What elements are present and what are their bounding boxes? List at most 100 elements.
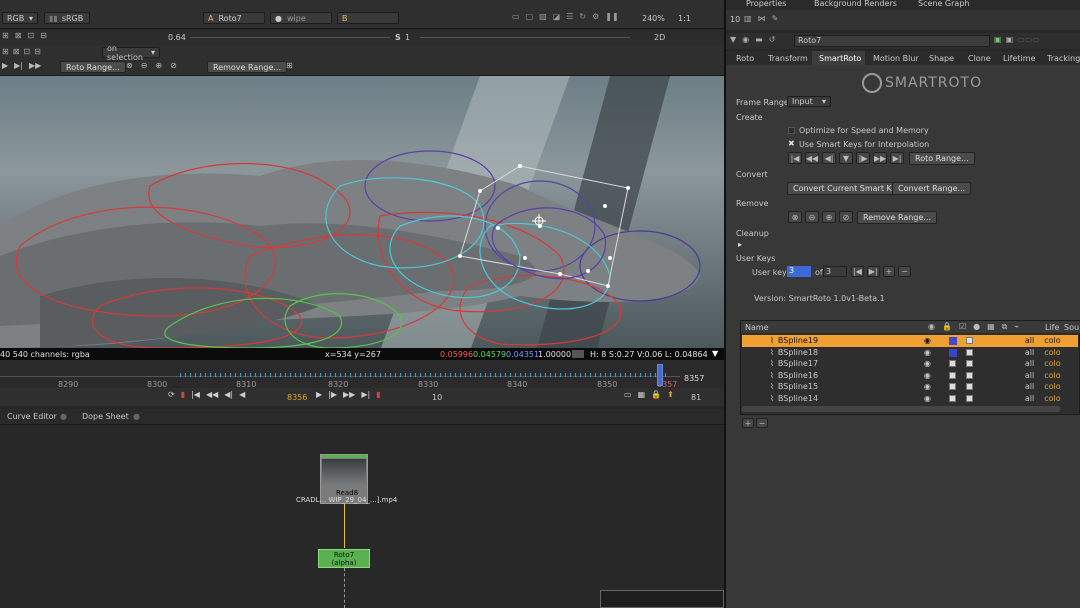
blend-icon[interactable]: ⧉: [1002, 322, 1008, 332]
tab-shape[interactable]: Shape: [929, 54, 954, 63]
node-green-icon[interactable]: ▣: [994, 35, 1002, 47]
remove-range-props-button[interactable]: Remove Range...: [857, 211, 937, 224]
stop-icon[interactable]: ▮: [376, 390, 380, 404]
playhead[interactable]: [657, 364, 663, 386]
select-icon[interactable]: ⊞: [2, 31, 9, 43]
end-frame[interactable]: 8357: [684, 374, 704, 383]
node-header-right-icons[interactable]: ▣ ▣ ▭▭▭: [994, 35, 1074, 47]
cleanup-expand-icon[interactable]: ▸: [738, 240, 742, 249]
row-checkbox[interactable]: [965, 395, 973, 403]
row-checkbox[interactable]: [948, 372, 956, 380]
tab-scene-graph[interactable]: Scene Graph: [918, 0, 969, 8]
row-checkbox[interactable]: [948, 383, 956, 391]
step-value[interactable]: 10: [432, 393, 442, 402]
viewer-canvas[interactable]: [0, 76, 724, 348]
key-down-icon[interactable]: ▼: [839, 152, 853, 164]
node-color-icon[interactable]: ◉: [742, 35, 749, 47]
motion-icon[interactable]: ⌁: [1014, 322, 1019, 332]
tab-clone[interactable]: Clone: [968, 54, 991, 63]
create-roto-range-button[interactable]: Roto Range...: [909, 152, 975, 165]
chevron-down-icon[interactable]: ▼: [712, 349, 718, 358]
color-swatch[interactable]: [948, 336, 957, 345]
tab-smartroto[interactable]: SmartRoto: [819, 54, 861, 63]
layer-buttons[interactable]: + −: [742, 418, 772, 429]
input-a-dropdown[interactable]: A Roto7: [203, 12, 265, 24]
gamma-slider[interactable]: [420, 37, 630, 38]
tab-motion-blur[interactable]: Motion Blur: [873, 54, 919, 63]
zoom-level[interactable]: 240%: [642, 14, 665, 23]
layer-row-bspline18[interactable]: ⌇ BSpline18 ◉ all colo: [742, 347, 1078, 359]
proxy-icon[interactable]: ◪: [553, 12, 561, 24]
remove-user-key-icon[interactable]: −: [898, 266, 911, 277]
overlay-icon[interactable]: ▭: [512, 12, 520, 24]
row-checkbox[interactable]: [965, 349, 973, 357]
node-header-icons[interactable]: ▼ ◉ ▬ ↺: [730, 35, 790, 47]
eraser-icon[interactable]: ⊘: [170, 61, 177, 73]
tab-lifetime[interactable]: Lifetime: [1003, 54, 1036, 63]
visible-icon[interactable]: ◉: [924, 359, 931, 368]
node-graph[interactable]: [0, 425, 724, 608]
panel-count[interactable]: 10: [730, 15, 740, 24]
last-key-icon[interactable]: ▶|: [890, 152, 904, 164]
tab-properties[interactable]: Properties: [746, 0, 786, 8]
row-checkbox[interactable]: [948, 360, 956, 368]
lock-icon[interactable]: 🔒: [651, 390, 661, 404]
record-icon[interactable]: ▮: [181, 390, 185, 404]
revert-icon[interactable]: ↺: [769, 35, 776, 47]
gain-value[interactable]: 0.64: [168, 33, 186, 42]
node-name-field[interactable]: Roto7: [794, 35, 990, 47]
colorspace-dropdown[interactable]: ▮▮ sRGB: [44, 12, 90, 24]
delete-key-icon[interactable]: ⊗: [126, 61, 133, 73]
feather-icon[interactable]: ⊟: [40, 31, 47, 43]
user-key-total-field[interactable]: 3: [823, 266, 847, 277]
remove-layer-icon[interactable]: −: [756, 418, 768, 428]
fps-icon[interactable]: ⬆: [667, 390, 674, 404]
add-layer-icon[interactable]: +: [742, 418, 754, 428]
layer-row-bspline15[interactable]: ⌇ BSpline15 ◉ all colo: [742, 381, 1078, 393]
roto-range-button[interactable]: Roto Range...: [60, 61, 126, 73]
frame-range-dropdown[interactable]: Input ▾: [787, 96, 831, 107]
lock-icon[interactable]: ⊠: [13, 47, 20, 59]
pin-icon[interactable]: ▥: [744, 14, 752, 26]
pin-icon[interactable]: ⊕: [822, 211, 836, 223]
cache-icon[interactable]: ▦: [638, 390, 646, 404]
lock-icon[interactable]: 🔒: [942, 322, 952, 332]
delete-key-icon[interactable]: ⊗: [788, 211, 802, 223]
loop-icon[interactable]: ⟳: [168, 390, 175, 404]
prev-icon[interactable]: ◀|: [822, 152, 836, 164]
refresh-icon[interactable]: ↻: [579, 12, 586, 24]
invert-icon[interactable]: ▦: [987, 322, 995, 332]
visible-icon[interactable]: ◉: [924, 371, 931, 380]
layer-row-bspline19[interactable]: ⌇ BSpline19 ◉ all colo: [742, 335, 1078, 347]
color-swatch[interactable]: [948, 348, 957, 357]
points-icon[interactable]: ⊡: [27, 31, 34, 43]
input-b-dropdown[interactable]: B: [337, 12, 399, 24]
user-key-field[interactable]: 3: [787, 266, 811, 277]
create-key-icons[interactable]: |◀ ◀◀ ◀| ▼ |▶ ▶▶ ▶|: [788, 152, 908, 165]
prev-user-key-icon[interactable]: |◀: [851, 266, 864, 277]
play-icon[interactable]: ▶: [2, 61, 8, 73]
roto-node[interactable]: Roto7 (alpha): [318, 549, 370, 568]
next-icon[interactable]: |▶: [856, 152, 870, 164]
help-icon[interactable]: ▬: [755, 35, 763, 47]
roto-tool-icons[interactable]: ⊞ ⊠ ⊡ ⊟: [2, 31, 152, 43]
fps-value[interactable]: 81: [691, 393, 701, 402]
next-user-key-icon[interactable]: ▶|: [866, 266, 880, 277]
next-key-icon[interactable]: ▶▶: [343, 390, 355, 404]
channels-dropdown[interactable]: RGB ▾: [2, 12, 38, 24]
select-all-icon[interactable]: ⊞: [2, 47, 9, 59]
row-checkbox[interactable]: [965, 372, 973, 380]
edit-icon[interactable]: ✎: [772, 14, 779, 26]
align-icon[interactable]: ⊡: [23, 47, 30, 59]
row-checkbox[interactable]: [965, 360, 973, 368]
visible-icon[interactable]: ◉: [924, 394, 931, 403]
remove-range-button[interactable]: Remove Range...: [207, 61, 287, 73]
range-icon[interactable]: ▶▶: [29, 61, 41, 73]
roi-icon[interactable]: ▢: [526, 12, 534, 24]
convert-smart-key-button[interactable]: Convert Current Smart Key: [787, 182, 908, 195]
prev-key-icon[interactable]: ◀◀: [206, 390, 218, 404]
play-icon[interactable]: ▶: [316, 390, 322, 404]
float-icon[interactable]: ⋈: [758, 14, 766, 26]
play-icons[interactable]: ▶ ▶| ▶▶: [2, 61, 56, 73]
layer-row-bspline17[interactable]: ⌇ BSpline17 ◉ all colo: [742, 358, 1078, 370]
